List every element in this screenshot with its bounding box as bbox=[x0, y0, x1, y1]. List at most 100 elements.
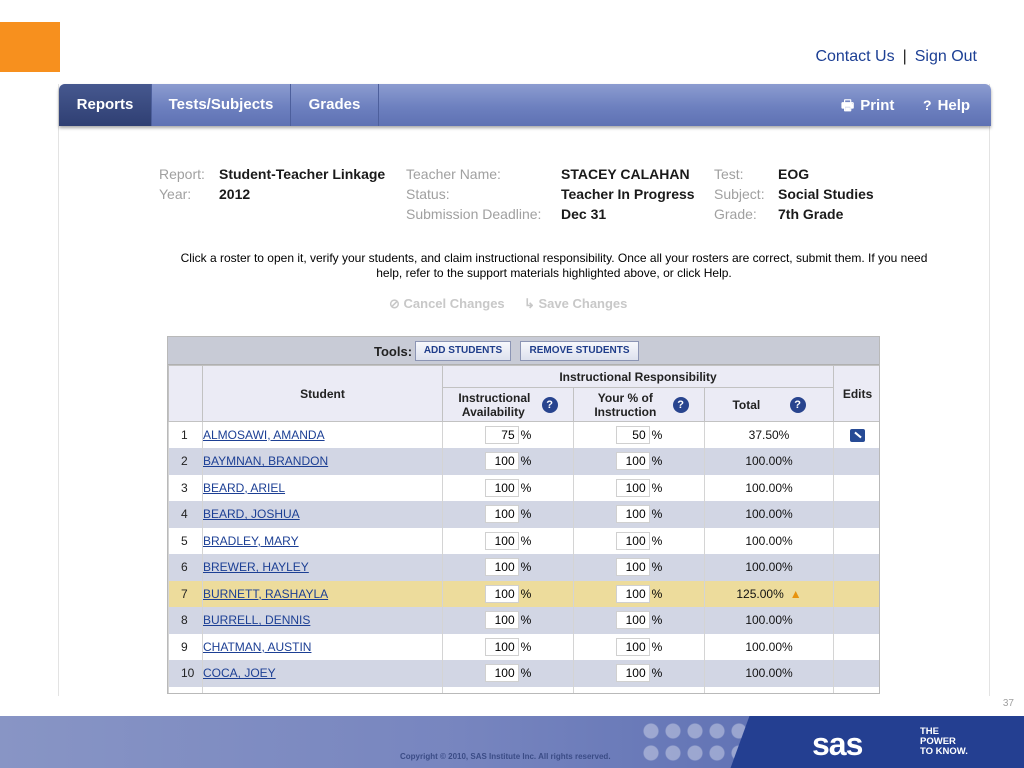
percent-input[interactable]: 100 bbox=[615, 664, 650, 683]
app-window: Reports Tests/Subjects Grades 🖶 Print ? He… bbox=[58, 84, 991, 696]
student-link[interactable]: BREWER, HAYLEY bbox=[203, 560, 309, 574]
student-link[interactable]: BEARD, JOSHUA bbox=[203, 507, 300, 521]
row-number: 10 bbox=[168, 660, 203, 687]
year-value: 2012 bbox=[219, 186, 251, 202]
help-label: Help bbox=[937, 97, 971, 114]
roster-table-container: Tools: ADD STUDENTS REMOVE STUDENTS Stud… bbox=[167, 336, 880, 694]
student-link[interactable]: ALMOSAWI, AMANDA bbox=[203, 428, 325, 442]
total-value: 125.00% bbox=[736, 586, 784, 601]
percent-input[interactable]: 100 bbox=[615, 637, 650, 656]
save-changes-button[interactable]: ↳ Save Changes bbox=[524, 296, 627, 312]
availability-cell: 100% bbox=[442, 554, 574, 581]
student-cell: BURNETT, RASHAYLA bbox=[202, 580, 443, 607]
student-link[interactable]: CHATMAN, AUSTIN bbox=[203, 640, 311, 654]
percent-cell: 100% bbox=[573, 474, 705, 501]
percent-cell: 100% bbox=[573, 580, 705, 607]
remove-students-button[interactable]: REMOVE STUDENTS bbox=[520, 341, 639, 361]
student-cell: BEARD, JOSHUA bbox=[202, 501, 443, 528]
slogan-line-3: TO KNOW. bbox=[920, 746, 968, 757]
cancel-changes-label: Cancel Changes bbox=[403, 296, 505, 311]
availability-input[interactable]: 100 bbox=[484, 505, 519, 524]
percent-input[interactable]: 100 bbox=[615, 558, 650, 577]
total-help-icon[interactable]: ? bbox=[789, 396, 806, 413]
student-header[interactable]: Student bbox=[202, 365, 443, 422]
link-separator: | bbox=[902, 48, 907, 65]
table-row: 4 BEARD, JOSHUA 100% 100% 100.00% bbox=[168, 501, 879, 528]
report-value: Student-Teacher Linkage bbox=[219, 166, 386, 182]
main-navbar: Reports Tests/Subjects Grades 🖶 Print ? He… bbox=[59, 84, 991, 126]
availability-input[interactable]: 100 bbox=[484, 611, 519, 630]
edits-cell bbox=[833, 633, 879, 660]
contact-us-link[interactable]: Contact Us bbox=[815, 48, 894, 65]
deadline-value: Dec 31 bbox=[561, 206, 607, 222]
availability-cell: 100% bbox=[442, 660, 574, 687]
availability-input[interactable]: 100 bbox=[484, 664, 519, 683]
row-number: 4 bbox=[168, 501, 203, 528]
student-link[interactable]: COCA, JOEY bbox=[203, 666, 276, 680]
availability-cell: 100% bbox=[442, 474, 574, 501]
availability-input[interactable]: 100 bbox=[484, 478, 519, 497]
tab-grades[interactable]: Grades bbox=[291, 84, 379, 126]
save-arrow-icon: ↳ bbox=[524, 296, 539, 311]
percent-input[interactable]: 100 bbox=[615, 531, 650, 550]
total-cell: 125.00% ▲ bbox=[703, 580, 835, 607]
page-number: 37 bbox=[1002, 698, 1014, 709]
sas-logo: sas bbox=[812, 726, 863, 762]
percent-sign: % bbox=[520, 428, 532, 442]
percent-input[interactable]: 100 bbox=[615, 452, 650, 471]
save-changes-label: Save Changes bbox=[538, 296, 628, 311]
total-cell bbox=[703, 686, 835, 693]
student-cell: CHATMAN, AUSTIN bbox=[202, 633, 443, 660]
student-link[interactable]: BAYMNAN, BRANDON bbox=[203, 454, 328, 468]
availability-input[interactable]: 100 bbox=[484, 531, 519, 550]
add-students-button[interactable]: ADD STUDENTS bbox=[415, 341, 511, 361]
edits-cell bbox=[833, 448, 879, 475]
availability-input[interactable]: 100 bbox=[484, 637, 519, 656]
availability-input[interactable]: 75 bbox=[484, 426, 519, 444]
total-cell: 100.00% bbox=[703, 554, 835, 581]
availability-cell: 75% bbox=[442, 421, 574, 448]
print-button[interactable]: 🖶 Print bbox=[841, 84, 894, 126]
tab-tests-subjects[interactable]: Tests/Subjects bbox=[152, 84, 291, 126]
total-cell: 100.00% bbox=[703, 660, 835, 687]
availability-input[interactable]: 100 bbox=[484, 584, 519, 603]
slogan-text: THE POWER TO KNOW. bbox=[920, 727, 968, 757]
percent-input[interactable]: 50 bbox=[615, 426, 650, 444]
availability-input[interactable]: 100 bbox=[484, 452, 519, 471]
percent-input[interactable]: 100 bbox=[615, 505, 650, 524]
total-cell: 100.00% bbox=[703, 474, 835, 501]
percent-sign: % bbox=[520, 480, 532, 495]
test-label: Test: bbox=[714, 166, 744, 182]
edits-cell bbox=[833, 554, 879, 581]
instructions-line-2: help, refer to the support materials hig… bbox=[376, 266, 732, 280]
roster-table: Student Instructional Responsibility Edi… bbox=[168, 365, 879, 693]
availability-input[interactable]: 100 bbox=[484, 558, 519, 577]
percent-input[interactable]: 100 bbox=[615, 478, 650, 497]
availability-help-icon[interactable]: ? bbox=[541, 396, 558, 413]
percent-sign: % bbox=[520, 613, 532, 628]
teacher-label: Teacher Name: bbox=[406, 166, 501, 182]
student-link[interactable]: BEARD, ARIEL bbox=[203, 481, 285, 495]
table-row: 3 BEARD, ARIEL 100% 100% 100.00% bbox=[168, 474, 879, 501]
availability-cell bbox=[442, 686, 574, 693]
help-button[interactable]: ? Help bbox=[923, 84, 970, 126]
percent-input[interactable]: 100 bbox=[615, 584, 650, 603]
sign-out-link[interactable]: Sign Out bbox=[915, 48, 977, 65]
percent-help-icon[interactable]: ? bbox=[672, 396, 689, 413]
top-links: Contact Us | Sign Out bbox=[815, 48, 977, 66]
student-link[interactable]: BRADLEY, MARY bbox=[203, 534, 299, 548]
total-header-label: Total bbox=[732, 397, 761, 412]
cancel-changes-button[interactable]: ⊘ Cancel Changes bbox=[389, 296, 505, 312]
warning-icon[interactable]: ▲ bbox=[790, 587, 802, 601]
row-number: 7 bbox=[168, 580, 203, 607]
edit-icon[interactable] bbox=[850, 429, 866, 442]
student-link[interactable]: BURNETT, RASHAYLA bbox=[203, 587, 328, 601]
row-number: 5 bbox=[168, 527, 203, 554]
report-label: Report: bbox=[159, 166, 205, 182]
percent-input[interactable]: 100 bbox=[615, 611, 650, 630]
tab-reports[interactable]: Reports bbox=[59, 84, 152, 126]
student-cell bbox=[202, 686, 443, 693]
percent-cell: 100% bbox=[573, 660, 705, 687]
edits-header: Edits bbox=[833, 365, 879, 422]
student-link[interactable]: BURRELL, DENNIS bbox=[203, 613, 310, 627]
